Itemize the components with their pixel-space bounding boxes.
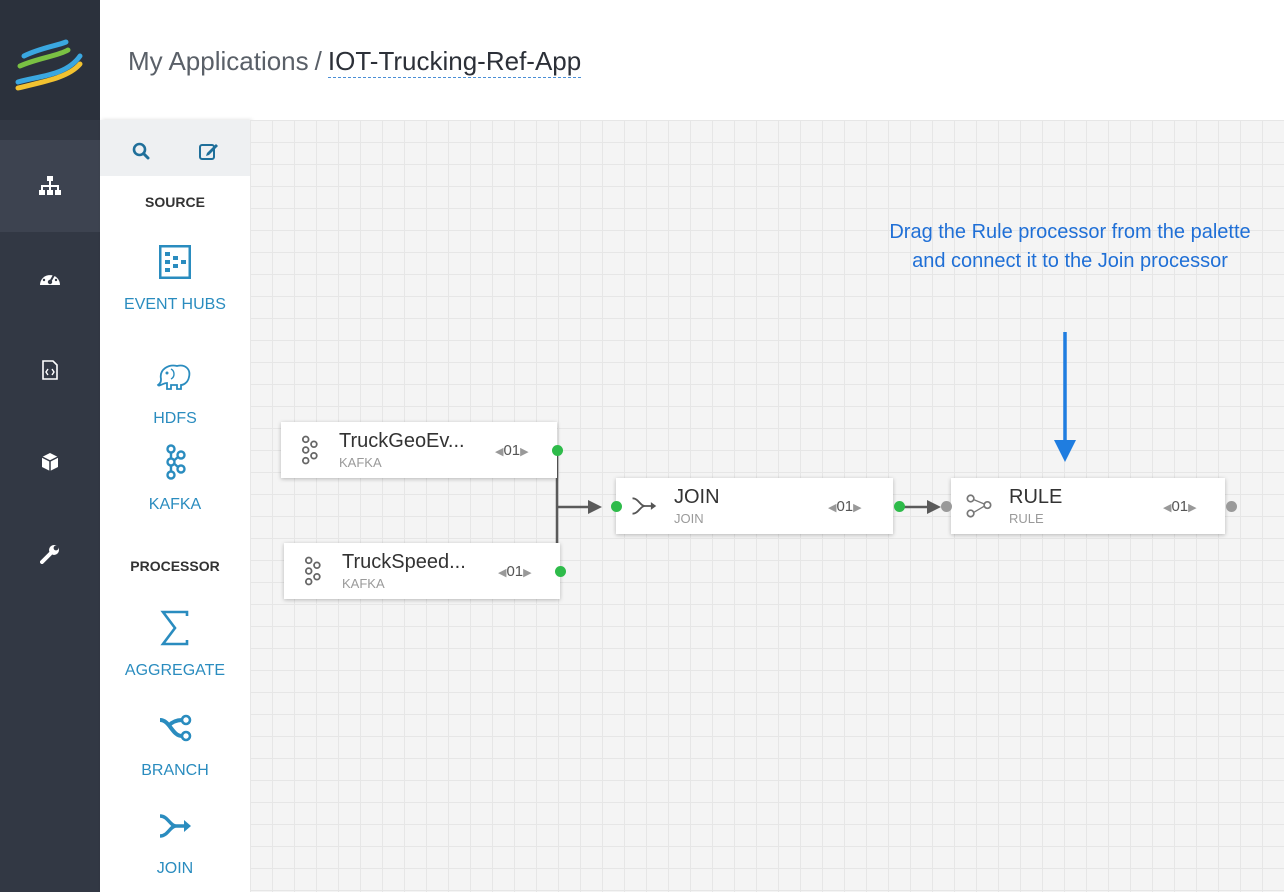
component-palette: SOURCE EVENT HUBS HDFS KAFKA PROCESSOR A… — [100, 120, 250, 892]
increase-icon[interactable]: ▶ — [523, 567, 531, 579]
parallelism-value: 01 — [836, 498, 854, 515]
palette-heading-source: SOURCE — [145, 194, 205, 210]
streamline-logo-icon — [15, 39, 83, 91]
breadcrumb-root[interactable]: My Applications — [128, 46, 309, 76]
breadcrumb: My Applications / IOT-Trucking-Ref-App — [128, 46, 582, 78]
node-title: TruckGeoEv... — [339, 430, 465, 452]
node-truck-speed-event[interactable]: TruckSpeed... KAFKA ◀01▶ — [284, 543, 566, 599]
parallelism-value: 01 — [503, 442, 521, 459]
palette-item-label: EVENT HUBS — [124, 296, 226, 313]
increase-icon[interactable]: ▶ — [853, 502, 861, 514]
node-type: KAFKA — [339, 455, 382, 470]
nav-item-dashboard[interactable] — [0, 232, 100, 324]
output-port[interactable] — [894, 501, 905, 512]
palette-item-label: JOIN — [156, 860, 194, 877]
node-join[interactable]: JOIN JOIN ◀01▶ — [611, 478, 905, 534]
output-port[interactable] — [1226, 501, 1237, 512]
increase-icon[interactable]: ▶ — [1188, 502, 1196, 514]
input-port[interactable] — [941, 501, 952, 512]
node-title: JOIN — [674, 486, 720, 508]
parallelism-control[interactable]: ◀01▶ — [495, 442, 529, 459]
parallelism-control[interactable]: ◀01▶ — [828, 498, 862, 515]
event-hubs-icon — [159, 245, 191, 279]
parallelism-value: 01 — [1171, 498, 1189, 515]
rule-icon — [965, 492, 993, 520]
nav-item-configuration[interactable] — [0, 508, 100, 600]
edge-arrow — [927, 500, 941, 514]
node-rule[interactable]: RULE RULE ◀01▶ — [941, 478, 1237, 534]
output-port[interactable] — [552, 445, 563, 456]
code-file-icon — [42, 360, 58, 380]
join-icon — [159, 814, 191, 838]
kafka-icon — [298, 556, 326, 586]
nav-item-topology[interactable] — [0, 140, 100, 232]
input-port[interactable] — [611, 501, 622, 512]
node-title: RULE — [1009, 486, 1063, 508]
node-type: JOIN — [674, 511, 704, 526]
palette-search-button[interactable] — [130, 140, 152, 162]
logo[interactable] — [0, 0, 100, 120]
kafka-icon — [295, 435, 323, 465]
breadcrumb-separator: / — [314, 46, 322, 76]
palette-item-label: KAFKA — [148, 496, 202, 513]
palette-item-event-hubs[interactable]: EVENT HUBS — [100, 242, 250, 314]
branch-icon — [159, 714, 192, 742]
palette-item-kafka[interactable]: KAFKA — [100, 442, 250, 514]
parallelism-control[interactable]: ◀01▶ — [1163, 498, 1197, 515]
wrench-icon — [40, 545, 59, 564]
node-truck-geo-event[interactable]: TruckGeoEv... KAFKA ◀01▶ — [281, 422, 563, 478]
edit-icon — [199, 144, 218, 160]
increase-icon[interactable]: ▶ — [520, 446, 528, 458]
main-nav — [0, 0, 100, 892]
palette-heading-processor: PROCESSOR — [130, 558, 220, 574]
app-window: My Applications / IOT-Trucking-Ref-App SOU… — [0, 0, 1284, 892]
dashboard-icon — [40, 272, 60, 285]
node-type: RULE — [1009, 511, 1044, 526]
palette-item-join[interactable]: JOIN — [100, 806, 250, 878]
search-icon — [132, 142, 150, 160]
nav-item-code[interactable] — [0, 324, 100, 416]
palette-toolbar — [100, 120, 250, 176]
kafka-icon — [166, 444, 186, 480]
instruction-annotation: Drag the Rule processor from the palette… — [889, 221, 1251, 272]
cube-icon — [41, 453, 59, 471]
header: My Applications / IOT-Trucking-Ref-App — [100, 0, 1284, 120]
output-port[interactable] — [555, 566, 566, 577]
palette-item-hdfs[interactable]: HDFS — [100, 356, 250, 428]
palette-item-label: AGGREGATE — [124, 662, 226, 679]
palette-item-branch[interactable]: BRANCH — [100, 708, 250, 780]
node-type: KAFKA — [342, 576, 385, 591]
hint-arrow-head — [1054, 440, 1076, 462]
nav-item-models[interactable] — [0, 416, 100, 508]
sigma-icon — [160, 610, 189, 646]
parallelism-control[interactable]: ◀01▶ — [498, 563, 532, 580]
app-name[interactable]: IOT-Trucking-Ref-App — [327, 46, 582, 78]
parallelism-value: 01 — [506, 563, 524, 580]
topology-canvas[interactable]: TruckGeoEv... KAFKA ◀01▶ TruckSpeed... K… — [250, 120, 1284, 892]
palette-item-label: HDFS — [153, 410, 197, 427]
palette-item-label: BRANCH — [141, 762, 209, 779]
edge-arrow — [588, 500, 602, 514]
palette-item-aggregate[interactable]: AGGREGATE — [100, 608, 250, 680]
hdfs-elephant-icon — [156, 364, 191, 390]
join-icon — [630, 492, 658, 520]
topology-icon — [39, 176, 61, 195]
node-title: TruckSpeed... — [342, 551, 466, 573]
palette-edit-button[interactable] — [198, 140, 220, 162]
